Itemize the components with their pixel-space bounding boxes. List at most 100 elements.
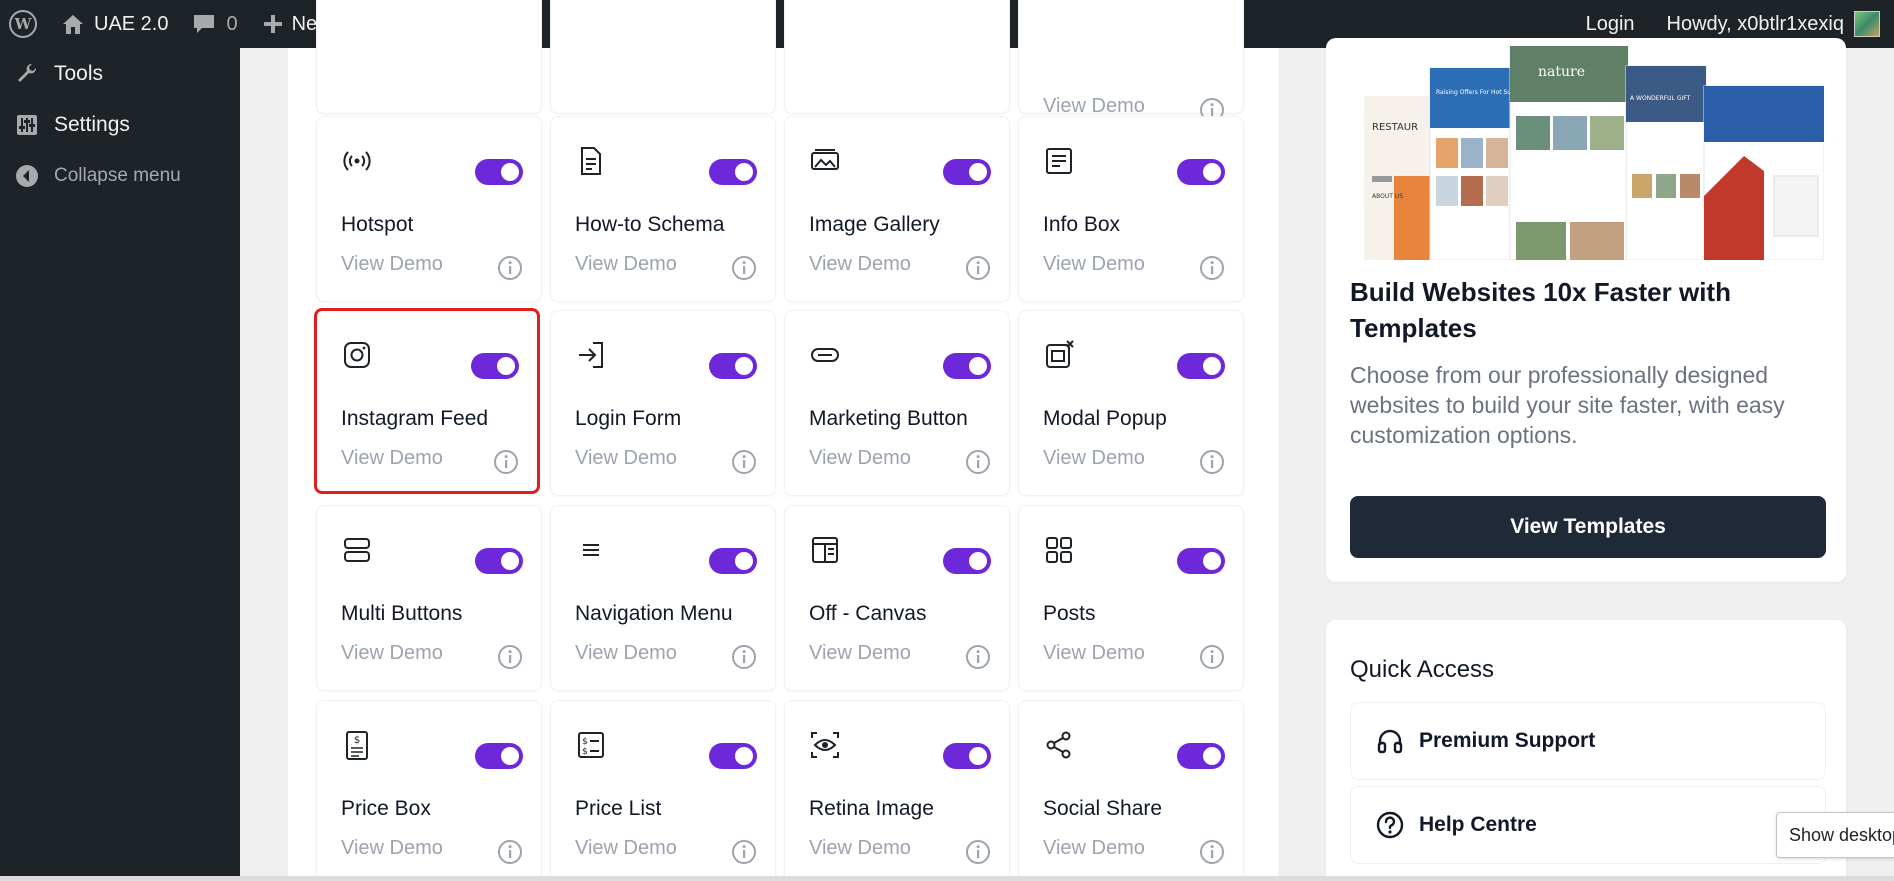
plus-icon — [263, 15, 282, 33]
widget-toggle[interactable] — [709, 353, 757, 379]
view-demo-link[interactable]: View Demo — [575, 837, 677, 860]
instagram-icon — [344, 342, 370, 368]
login-icon — [579, 342, 603, 368]
quick-access-title: Quick Access — [1350, 656, 1495, 683]
view-demo-link[interactable]: View Demo — [341, 642, 443, 665]
svg-text:$: $ — [582, 737, 588, 747]
view-demo-link[interactable]: View Demo — [809, 837, 911, 860]
svg-text:$: $ — [582, 747, 588, 757]
view-demo-link[interactable]: View Demo — [575, 642, 677, 665]
widget-title: Info Box — [1043, 213, 1121, 236]
view-demo-link[interactable]: View Demo — [1043, 642, 1145, 665]
widget-card-marketing-button: Marketing Button View Demo — [784, 310, 1010, 496]
info-icon[interactable] — [1199, 839, 1225, 865]
help-centre-link[interactable]: Help Centre — [1350, 786, 1826, 864]
price-list-icon: $$ — [578, 732, 604, 758]
widget-title: How-to Schema — [575, 213, 725, 236]
widget-card-partial: View Demo — [1018, 0, 1244, 122]
site-name-link[interactable]: UAE 2.0 — [48, 0, 180, 48]
widget-toggle[interactable] — [709, 159, 757, 185]
svg-text:A WONDERFUL GIFT: A WONDERFUL GIFT — [1630, 95, 1691, 102]
info-icon[interactable] — [965, 644, 991, 670]
info-icon[interactable] — [731, 644, 757, 670]
widget-title: Instagram Feed — [341, 407, 489, 430]
widget-toggle[interactable] — [1177, 743, 1225, 769]
widget-card-multi-buttons: Multi Buttons View Demo — [316, 505, 542, 691]
widget-toggle[interactable] — [471, 353, 519, 379]
avatar — [1854, 11, 1880, 37]
svg-text:ABOUT US: ABOUT US — [1372, 193, 1403, 200]
collapse-menu-button[interactable]: Collapse menu — [0, 150, 240, 201]
widget-toggle[interactable] — [709, 548, 757, 574]
premium-support-link[interactable]: Premium Support — [1350, 702, 1826, 780]
view-demo-link[interactable]: View Demo — [809, 447, 911, 470]
info-icon[interactable] — [1199, 644, 1225, 670]
info-icon[interactable] — [497, 644, 523, 670]
widget-title: Price List — [575, 797, 662, 820]
widget-toggle[interactable] — [943, 353, 991, 379]
main-content: View Demo Hotspot View Demo How-to Schema Vi… — [240, 0, 1894, 881]
widget-toggle[interactable] — [1177, 159, 1225, 185]
widget-toggle[interactable] — [1177, 353, 1225, 379]
widget-title: Hotspot — [341, 213, 414, 236]
hotspot-icon — [343, 151, 371, 171]
wordpress-icon: W — [9, 10, 37, 38]
widget-card-off-canvas: Off - Canvas View Demo — [784, 505, 1010, 691]
view-demo-link[interactable]: View Demo — [1043, 95, 1145, 118]
view-demo-link[interactable]: View Demo — [575, 253, 677, 276]
info-icon[interactable] — [497, 839, 523, 865]
info-icon[interactable] — [731, 449, 757, 475]
promo-title: Build Websites 10x Faster with Templates — [1350, 277, 1731, 343]
sidebar-item-label: Collapse menu — [54, 164, 181, 186]
sidebar-item-tools[interactable]: Tools — [0, 48, 240, 99]
widget-title: Navigation Menu — [575, 602, 733, 625]
info-icon[interactable] — [1199, 449, 1225, 475]
info-icon[interactable] — [497, 255, 523, 281]
widget-card-retina-image: Retina Image View Demo — [784, 700, 1010, 881]
price-box-icon: $ — [346, 731, 368, 760]
sliders-icon — [14, 112, 40, 138]
view-demo-link[interactable]: View Demo — [341, 447, 443, 470]
widget-toggle[interactable] — [943, 159, 991, 185]
widget-toggle[interactable] — [709, 743, 757, 769]
widget-card-login-form: Login Form View Demo — [550, 310, 776, 496]
home-icon — [63, 15, 83, 34]
howdy-label: Howdy, x0btlr1xexiq — [1666, 12, 1844, 35]
sidebar-item-settings[interactable]: Settings — [0, 99, 240, 150]
view-demo-link[interactable]: View Demo — [1043, 837, 1145, 860]
info-icon[interactable] — [493, 449, 519, 475]
question-circle-icon — [1376, 811, 1404, 839]
view-templates-button[interactable]: View Templates — [1350, 496, 1826, 558]
view-demo-link[interactable]: View Demo — [1043, 253, 1145, 276]
wordpress-logo-button[interactable]: W — [0, 0, 48, 48]
widget-toggle[interactable] — [1177, 548, 1225, 574]
widget-toggle[interactable] — [475, 548, 523, 574]
quick-access-label: Premium Support — [1419, 729, 1596, 752]
widget-card-price-list: $ $ Price List View Demo — [550, 700, 776, 881]
view-demo-link[interactable]: View Demo — [341, 837, 443, 860]
widget-title: Multi Buttons — [341, 602, 463, 625]
view-demo-link[interactable]: View Demo — [809, 642, 911, 665]
widget-title: Price Box — [341, 797, 431, 820]
widget-card-partial — [316, 0, 542, 114]
info-icon[interactable] — [965, 255, 991, 281]
view-demo-link[interactable]: View Demo — [1043, 447, 1145, 470]
view-demo-link[interactable]: View Demo — [809, 253, 911, 276]
view-demo-link[interactable]: View Demo — [341, 253, 443, 276]
comments-link[interactable]: 0 — [180, 0, 249, 48]
widget-toggle[interactable] — [943, 548, 991, 574]
info-icon[interactable] — [731, 255, 757, 281]
info-icon[interactable] — [1199, 255, 1225, 281]
modal-icon — [1046, 340, 1074, 368]
multi-buttons-icon — [344, 538, 370, 562]
headphones-icon — [1377, 729, 1403, 754]
widget-toggle[interactable] — [943, 743, 991, 769]
info-icon[interactable] — [731, 839, 757, 865]
svg-text:$: $ — [354, 735, 360, 746]
view-demo-link[interactable]: View Demo — [575, 447, 677, 470]
widget-card-navigation-menu: Navigation Menu View Demo — [550, 505, 776, 691]
widget-toggle[interactable] — [475, 743, 523, 769]
info-icon[interactable] — [965, 449, 991, 475]
widget-toggle[interactable] — [475, 159, 523, 185]
info-icon[interactable] — [965, 839, 991, 865]
